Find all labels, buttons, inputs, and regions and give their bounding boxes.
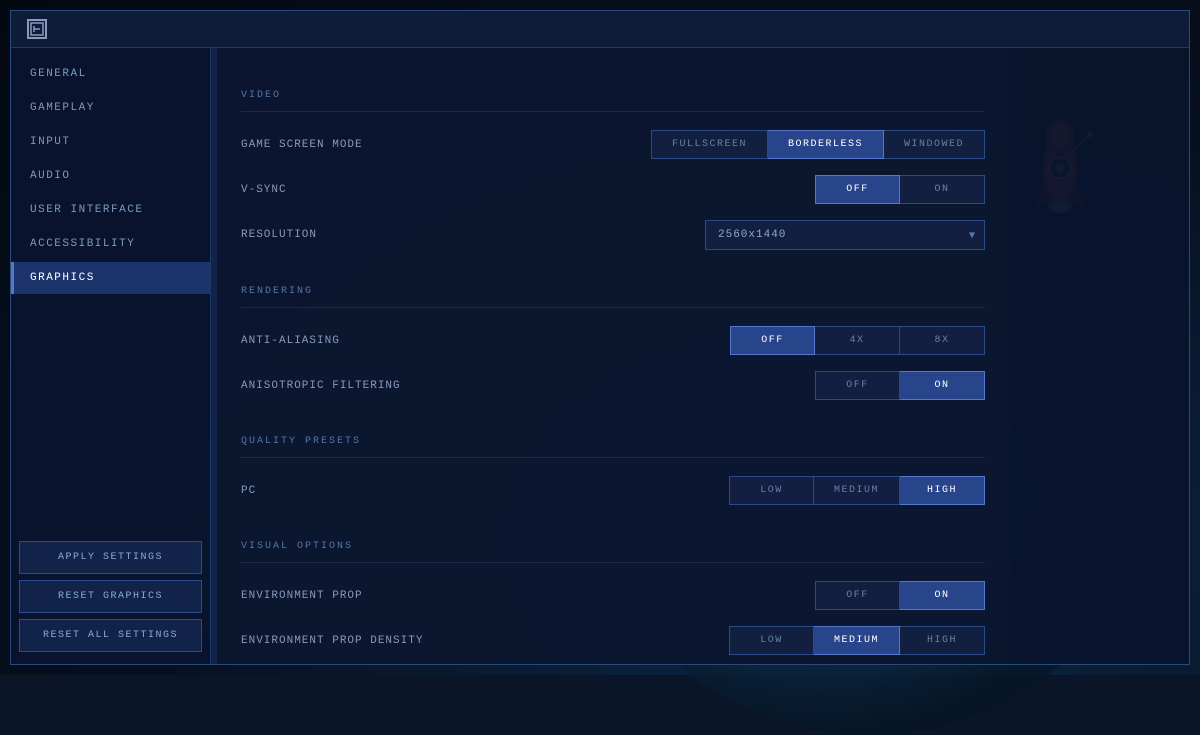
setting-label-vsync: V-Sync — [241, 184, 287, 196]
btn-group-anti-aliasing: Off4X8X — [730, 326, 985, 355]
sidebar-item-general[interactable]: General — [11, 58, 210, 90]
toggle-btn-pc-quality-high[interactable]: High — [900, 476, 985, 505]
toggle-btn-screen-mode-windowed[interactable]: Windowed — [884, 130, 985, 159]
sidebar: GeneralGameplayInputAudioUser InterfaceA… — [11, 48, 211, 664]
setting-row-anti-aliasing: Anti-aliasing Off4X8X — [241, 318, 985, 363]
toggle-btn-anisotropic-off[interactable]: Off — [815, 371, 900, 400]
section-video: Video Game Screen Mode FullscreenBorderles… — [217, 78, 1009, 274]
setting-row-resolution: Resolution 1920x10802560x14403840x2160▾ — [241, 212, 985, 258]
toggle-btn-pc-quality-medium[interactable]: Medium — [814, 476, 900, 505]
sidebar-btn-reset-all[interactable]: Reset All Settings — [19, 619, 202, 652]
setting-label-pc-quality: PC — [241, 485, 256, 497]
main-content: Video Game Screen Mode FullscreenBorderles… — [217, 48, 1009, 664]
btn-group-anisotropic: OffOn — [815, 371, 985, 400]
toggle-btn-env-prop-density-low[interactable]: Low — [729, 626, 814, 655]
toggle-btn-pc-quality-low[interactable]: Low — [729, 476, 814, 505]
setting-label-anti-aliasing: Anti-aliasing — [241, 335, 340, 347]
sidebar-item-input[interactable]: Input — [11, 126, 210, 158]
sidebar-item-audio[interactable]: Audio — [11, 160, 210, 192]
setting-row-env-prop-draw: Environment Prop Draw DistanceLowMediumH… — [241, 663, 985, 664]
toggle-btn-anti-aliasing-4x[interactable]: 4X — [815, 326, 900, 355]
select-resolution[interactable]: 1920x10802560x14403840x2160 — [705, 220, 985, 250]
section-quality-presets: Quality Presets PC LowMediumHigh — [217, 424, 1009, 529]
sidebar-buttons: Apply Settings Reset Graphics Reset All Se… — [11, 529, 210, 664]
back-icon[interactable] — [27, 19, 47, 39]
sidebar-item-graphics[interactable]: Graphics — [11, 262, 210, 294]
btn-group-env-prop: OffOn — [815, 581, 985, 610]
toggle-btn-vsync-on[interactable]: On — [900, 175, 985, 204]
section-label-rendering: Rendering — [241, 282, 985, 308]
toggle-btn-anisotropic-on[interactable]: On — [900, 371, 985, 400]
right-panel — [1009, 48, 1189, 664]
sidebar-btn-reset-graphics[interactable]: Reset Graphics — [19, 580, 202, 613]
btn-group-screen-mode: FullscreenBorderlessWindowed — [651, 130, 985, 159]
content-area: GeneralGameplayInputAudioUser InterfaceA… — [11, 48, 1189, 664]
toggle-btn-env-prop-off[interactable]: Off — [815, 581, 900, 610]
sidebar-item-user-interface[interactable]: User Interface — [11, 194, 210, 226]
toggle-btn-env-prop-density-medium[interactable]: Medium — [814, 626, 900, 655]
btn-group-pc-quality: LowMediumHigh — [729, 476, 985, 505]
toggle-btn-screen-mode-borderless[interactable]: Borderless — [768, 130, 884, 159]
settings-panel: GeneralGameplayInputAudioUser InterfaceA… — [10, 10, 1190, 665]
toggle-btn-anti-aliasing-off[interactable]: Off — [730, 326, 815, 355]
section-label-quality-presets: Quality Presets — [241, 432, 985, 458]
setting-row-screen-mode: Game Screen Mode FullscreenBorderlessWind… — [241, 122, 985, 167]
setting-label-env-prop-density: Environment Prop Density — [241, 635, 423, 647]
section-visual-options: Visual OptionsEnvironment PropOffOnEnvir… — [217, 529, 1009, 664]
toggle-btn-screen-mode-fullscreen[interactable]: Fullscreen — [651, 130, 768, 159]
setting-label-screen-mode: Game Screen Mode — [241, 139, 363, 151]
section-main-title — [217, 48, 1009, 78]
sidebar-btn-apply[interactable]: Apply Settings — [19, 541, 202, 574]
section-rendering: RenderingAnti-aliasingOff4X8XAnisotropic… — [217, 274, 1009, 424]
title-bar — [11, 11, 1189, 48]
setting-row-env-prop-density: Environment Prop Density LowMediumHigh — [241, 618, 985, 663]
toggle-btn-env-prop-on[interactable]: On — [900, 581, 985, 610]
section-label-visual-options: Visual Options — [241, 537, 985, 563]
setting-label-anisotropic: Anisotropic Filtering — [241, 380, 401, 392]
setting-row-pc-quality: PC LowMediumHigh — [241, 468, 985, 513]
btn-group-env-prop-density: LowMediumHigh — [729, 626, 985, 655]
sidebar-item-accessibility[interactable]: Accessibility — [11, 228, 210, 260]
toggle-btn-env-prop-density-high[interactable]: High — [900, 626, 985, 655]
setting-row-env-prop: Environment Prop OffOn — [241, 573, 985, 618]
select-wrapper-resolution: 1920x10802560x14403840x2160▾ — [705, 220, 985, 250]
btn-group-vsync: OffOn — [815, 175, 985, 204]
setting-row-vsync: V-Sync OffOn — [241, 167, 985, 212]
setting-label-env-prop: Environment Prop — [241, 590, 363, 602]
toggle-btn-vsync-off[interactable]: Off — [815, 175, 900, 204]
sidebar-item-gameplay[interactable]: Gameplay — [11, 92, 210, 124]
setting-label-resolution: Resolution — [241, 229, 317, 241]
nav-items: GeneralGameplayInputAudioUser InterfaceA… — [11, 56, 210, 529]
toggle-btn-anti-aliasing-8x[interactable]: 8X — [900, 326, 985, 355]
section-label-video: Video — [241, 86, 985, 112]
setting-row-anisotropic: Anisotropic Filtering OffOn — [241, 363, 985, 408]
